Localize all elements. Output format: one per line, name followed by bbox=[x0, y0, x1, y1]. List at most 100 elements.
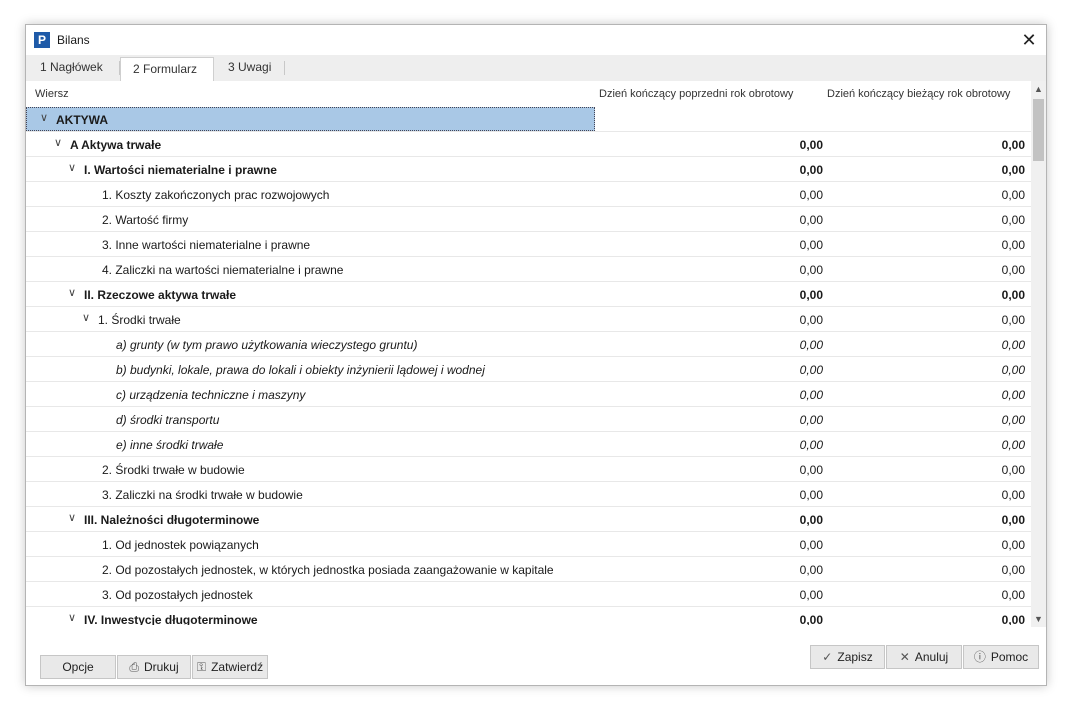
chevron-down-icon[interactable]: ∨ bbox=[64, 511, 80, 525]
value-current-year[interactable]: 0,00 bbox=[1002, 263, 1025, 277]
table-row[interactable]: b) budynki, lokale, prawa do lokali i ob… bbox=[26, 357, 1032, 382]
value-prev-year[interactable]: 0,00 bbox=[800, 213, 823, 227]
chevron-down-icon[interactable]: ∨ bbox=[78, 311, 94, 325]
value-prev-year[interactable]: 0,00 bbox=[800, 288, 823, 302]
value-current-year[interactable]: 0,00 bbox=[1002, 238, 1025, 252]
table-row[interactable]: d) środki transportu 0,00 0,00 bbox=[26, 407, 1032, 432]
table-row[interactable]: 2. Środki trwałe w budowie 0,00 0,00 bbox=[26, 457, 1032, 482]
value-current-year[interactable]: 0,00 bbox=[1002, 163, 1025, 177]
value-current-year[interactable]: 0,00 bbox=[1002, 438, 1025, 452]
chevron-down-icon[interactable]: ∨ bbox=[64, 286, 80, 300]
table-row[interactable]: 3. Inne wartości niematerialne i prawne 0… bbox=[26, 232, 1032, 257]
table-row[interactable]: ∨ II. Rzeczowe aktywa trwałe 0,00 0,00 bbox=[26, 282, 1032, 307]
row-label: 2. Wartość firmy bbox=[102, 213, 189, 227]
table-row[interactable]: 2. Wartość firmy 0,00 0,00 bbox=[26, 207, 1032, 232]
table-row[interactable]: 2. Od pozostałych jednostek, w których j… bbox=[26, 557, 1032, 582]
chevron-down-icon[interactable]: ∨ bbox=[50, 136, 66, 150]
column-header-current-year[interactable]: Dzień kończący bieżący rok obrotowy bbox=[827, 88, 1010, 100]
value-prev-year[interactable]: 0,00 bbox=[800, 513, 823, 527]
printer-icon: ⎙ bbox=[129, 660, 139, 674]
table-row[interactable]: ∨ 1. Środki trwałe 0,00 0,00 bbox=[26, 307, 1032, 332]
value-current-year[interactable]: 0,00 bbox=[1002, 138, 1025, 152]
close-button[interactable]: ✕ bbox=[1012, 25, 1046, 55]
value-current-year[interactable]: 0,00 bbox=[1002, 463, 1025, 477]
row-label: 2. Środki trwałe w budowie bbox=[102, 463, 245, 477]
table-row[interactable]: ∨ A Aktywa trwałe 0,00 0,00 bbox=[26, 132, 1032, 157]
table-row[interactable]: ∨ IV. Inwestycje długoterminowe 0,00 0,00 bbox=[26, 607, 1032, 625]
table-row[interactable]: 3. Zaliczki na środki trwałe w budowie 0,… bbox=[26, 482, 1032, 507]
chevron-down-icon[interactable]: ∨ bbox=[36, 111, 52, 125]
value-prev-year[interactable]: 0,00 bbox=[800, 238, 823, 252]
row-label: II. Rzeczowe aktywa trwałe bbox=[84, 288, 237, 302]
value-prev-year[interactable]: 0,00 bbox=[800, 588, 823, 602]
chevron-down-icon[interactable]: ∨ bbox=[64, 161, 80, 175]
value-current-year[interactable]: 0,00 bbox=[1002, 538, 1025, 552]
value-current-year[interactable]: 0,00 bbox=[1002, 513, 1025, 527]
row-label: b) budynki, lokale, prawa do lokali i ob… bbox=[116, 363, 485, 377]
row-label: 1. Środki trwałe bbox=[98, 313, 181, 327]
value-prev-year[interactable]: 0,00 bbox=[800, 138, 823, 152]
row-label: AKTYWA bbox=[56, 113, 108, 127]
value-prev-year[interactable]: 0,00 bbox=[800, 538, 823, 552]
vertical-scrollbar[interactable]: ▲ ▼ bbox=[1031, 81, 1046, 627]
value-prev-year[interactable]: 0,00 bbox=[800, 163, 823, 177]
print-button[interactable]: ⎙ Drukuj bbox=[117, 655, 191, 679]
bilans-dialog: P Bilans ✕ 1 Nagłówek 2 Formularz 3 Uwag… bbox=[25, 24, 1047, 686]
balance-grid: ∨ AKTYWA ∨ A Aktywa trwałe 0,00 0,00 ∨ I. Warto… bbox=[26, 107, 1032, 625]
table-row[interactable]: ∨ I. Wartości niematerialne i prawne 0,00 0… bbox=[26, 157, 1032, 182]
table-row-section[interactable]: ∨ AKTYWA bbox=[26, 107, 1032, 132]
row-label: 1. Od jednostek powiązanych bbox=[102, 538, 259, 552]
scroll-thumb[interactable] bbox=[1033, 99, 1044, 161]
save-button[interactable]: ✓ Zapisz bbox=[810, 645, 885, 669]
value-current-year[interactable]: 0,00 bbox=[1002, 413, 1025, 427]
tab-naglowek[interactable]: 1 Nagłówek bbox=[28, 55, 115, 81]
row-selection-highlight bbox=[26, 107, 595, 131]
table-row[interactable]: c) urządzenia techniczne i maszyny 0,00 0,… bbox=[26, 382, 1032, 407]
value-current-year[interactable]: 0,00 bbox=[1002, 363, 1025, 377]
scroll-up-icon[interactable]: ▲ bbox=[1031, 81, 1046, 97]
approve-button[interactable]: ⚿ Zatwierdź bbox=[192, 655, 268, 679]
value-current-year[interactable]: 0,00 bbox=[1002, 488, 1025, 502]
value-current-year[interactable]: 0,00 bbox=[1002, 563, 1025, 577]
chevron-down-icon[interactable]: ∨ bbox=[64, 611, 80, 625]
value-prev-year[interactable]: 0,00 bbox=[800, 263, 823, 277]
table-row[interactable]: 3. Od pozostałych jednostek 0,00 0,00 bbox=[26, 582, 1032, 607]
help-label: Pomoc bbox=[990, 650, 1029, 664]
column-header-prev-year[interactable]: Dzień kończący poprzedni rok obrotowy bbox=[599, 88, 793, 100]
window-title: Bilans bbox=[57, 33, 90, 47]
value-prev-year[interactable]: 0,00 bbox=[800, 338, 823, 352]
value-current-year[interactable]: 0,00 bbox=[1002, 338, 1025, 352]
value-prev-year[interactable]: 0,00 bbox=[800, 613, 823, 625]
value-current-year[interactable]: 0,00 bbox=[1002, 213, 1025, 227]
value-prev-year[interactable]: 0,00 bbox=[800, 438, 823, 452]
value-prev-year[interactable]: 0,00 bbox=[800, 488, 823, 502]
value-current-year[interactable]: 0,00 bbox=[1002, 313, 1025, 327]
value-prev-year[interactable]: 0,00 bbox=[800, 563, 823, 577]
value-current-year[interactable]: 0,00 bbox=[1002, 613, 1025, 625]
table-row[interactable]: 4. Zaliczki na wartości niematerialne i … bbox=[26, 257, 1032, 282]
table-row[interactable]: 1. Koszty zakończonych prac rozwojowych 0… bbox=[26, 182, 1032, 207]
value-current-year[interactable]: 0,00 bbox=[1002, 188, 1025, 202]
value-prev-year[interactable]: 0,00 bbox=[800, 463, 823, 477]
value-current-year[interactable]: 0,00 bbox=[1002, 288, 1025, 302]
help-icon: ⓘ bbox=[973, 650, 986, 664]
value-prev-year[interactable]: 0,00 bbox=[800, 413, 823, 427]
value-prev-year[interactable]: 0,00 bbox=[800, 313, 823, 327]
value-current-year[interactable]: 0,00 bbox=[1002, 588, 1025, 602]
table-row[interactable]: 1. Od jednostek powiązanych 0,00 0,00 bbox=[26, 532, 1032, 557]
value-current-year[interactable]: 0,00 bbox=[1002, 388, 1025, 402]
tab-uwagi[interactable]: 3 Uwagi bbox=[216, 55, 283, 81]
options-button[interactable]: Opcje bbox=[40, 655, 116, 679]
table-row[interactable]: a) grunty (w tym prawo użytkowania wiecz… bbox=[26, 332, 1032, 357]
scroll-down-icon[interactable]: ▼ bbox=[1031, 611, 1046, 627]
cancel-button[interactable]: ✕ Anuluj bbox=[886, 645, 962, 669]
help-button[interactable]: ⓘ Pomoc bbox=[963, 645, 1039, 669]
table-row[interactable]: e) inne środki trwałe 0,00 0,00 bbox=[26, 432, 1032, 457]
value-prev-year[interactable]: 0,00 bbox=[800, 188, 823, 202]
table-row[interactable]: ∨ III. Należności długoterminowe 0,00 0,00 bbox=[26, 507, 1032, 532]
column-header-row[interactable]: Wiersz bbox=[35, 88, 69, 100]
column-headers: Wiersz Dzień kończący poprzedni rok obro… bbox=[26, 81, 1046, 105]
value-prev-year[interactable]: 0,00 bbox=[800, 363, 823, 377]
value-prev-year[interactable]: 0,00 bbox=[800, 388, 823, 402]
tab-formularz[interactable]: 2 Formularz bbox=[120, 57, 214, 81]
